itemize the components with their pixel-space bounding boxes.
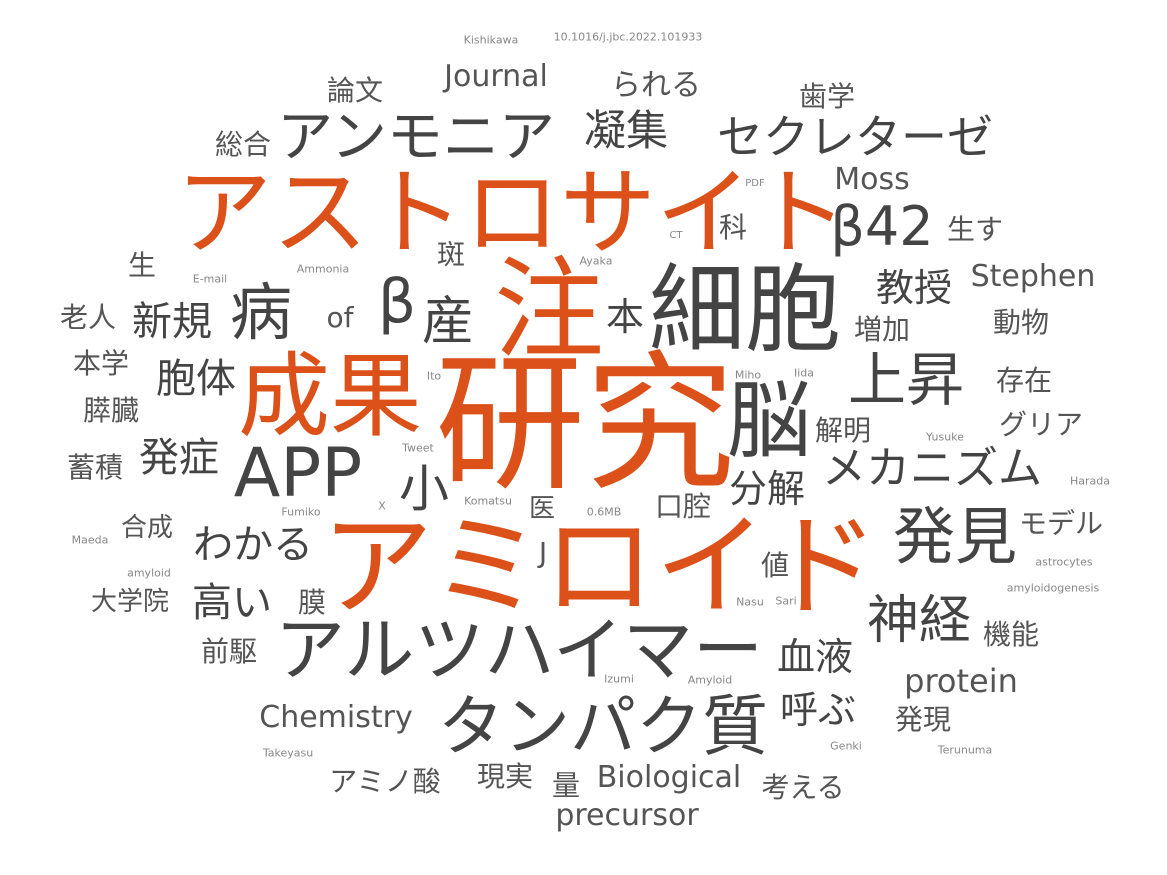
word-no: 脳 bbox=[726, 372, 812, 470]
word-amyloid-en: amyloid bbox=[127, 566, 171, 580]
word-biological: Biological bbox=[596, 760, 742, 795]
word-sho: 小 bbox=[399, 460, 449, 518]
word-kangaeru: 考える bbox=[761, 771, 845, 804]
word-koku: 口腔 bbox=[654, 490, 712, 523]
word-sei: 生 bbox=[127, 249, 157, 282]
word-protein: protein bbox=[904, 662, 1018, 700]
word-shinki: 新規 bbox=[132, 299, 212, 345]
word-email: E-mail bbox=[192, 272, 228, 286]
word-size: 0.6MB bbox=[586, 505, 622, 519]
word-zoka: 増加 bbox=[853, 313, 911, 346]
word-kaimei: 解明 bbox=[814, 414, 872, 447]
word-komatsu: Komatsu bbox=[464, 494, 512, 508]
word-dobutsu: 動物 bbox=[992, 306, 1050, 339]
word-beta: β bbox=[377, 267, 417, 337]
word-app: APP bbox=[233, 434, 363, 513]
word-precursor: precursor bbox=[555, 798, 699, 833]
word-chu: 注 bbox=[494, 246, 604, 374]
word-pdf: PDF bbox=[745, 178, 765, 189]
word-doi: 10.1016/j.jbc.2022.101933 bbox=[553, 30, 703, 44]
word-ryo: 量 bbox=[551, 769, 581, 802]
word-yobu: 呼ぶ bbox=[779, 688, 857, 732]
word-gosei: 合成 bbox=[120, 513, 174, 543]
word-josho: 上昇 bbox=[847, 346, 965, 414]
word-kishikawa: Kishikawa bbox=[463, 33, 519, 47]
word-x: X bbox=[378, 499, 386, 513]
word-terunuma: Terunuma bbox=[937, 743, 993, 757]
word-nasu: Nasu bbox=[736, 595, 764, 609]
word-model: モデル bbox=[1018, 507, 1104, 540]
word-zenku: 前駆 bbox=[200, 635, 258, 668]
word-sari: Sari bbox=[775, 594, 797, 608]
word-fumiko: Fumiko bbox=[281, 505, 321, 519]
word-glia: グリア bbox=[998, 408, 1084, 441]
word-wakaru: わかる bbox=[193, 522, 313, 568]
word-tweet: Tweet bbox=[402, 441, 434, 455]
word-hongaku: 本学 bbox=[72, 347, 130, 380]
word-sogo: 総合 bbox=[214, 128, 272, 161]
word-cloud: 研究 アミロイド アストロサイト 注 成果 細胞 脳 アルツハイマー タンパク質… bbox=[0, 0, 1167, 875]
word-iida: Iida bbox=[793, 366, 815, 380]
word-bunkai: 分解 bbox=[728, 467, 806, 511]
word-i: 医 bbox=[528, 494, 556, 524]
word-izumi: Izumi bbox=[604, 672, 634, 686]
word-amyloid-cap: Amyloid bbox=[687, 673, 733, 687]
word-secretase: セクレターゼ bbox=[717, 110, 993, 164]
word-byo: 病 bbox=[229, 276, 293, 349]
word-ketsueki: 血液 bbox=[776, 635, 854, 679]
word-hassho: 発症 bbox=[139, 435, 219, 481]
word-aminosan: アミノ酸 bbox=[329, 765, 441, 798]
word-mechanism: メカニズム bbox=[822, 443, 1042, 494]
word-rareru: られる bbox=[611, 68, 701, 103]
word-chikuseki: 蓄積 bbox=[66, 451, 124, 484]
word-suizo: 膵臓 bbox=[82, 394, 140, 427]
word-seisu: 生す bbox=[946, 213, 1004, 246]
word-rojin: 老人 bbox=[59, 301, 117, 334]
word-yusuke: Yusuke bbox=[926, 430, 964, 444]
word-genki: Genki bbox=[830, 739, 862, 753]
word-seika: 成果 bbox=[237, 343, 423, 450]
word-san: 産 bbox=[421, 292, 475, 352]
word-han: 斑 bbox=[436, 238, 466, 271]
word-shinkei: 神経 bbox=[866, 591, 972, 651]
word-hakken: 発見 bbox=[892, 500, 1018, 573]
word-tanpakushitsu: タンパク質 bbox=[438, 688, 768, 765]
word-hotai: 胞体 bbox=[156, 356, 236, 402]
word-harada: Harada bbox=[1070, 474, 1110, 488]
word-saibo: 細胞 bbox=[649, 254, 841, 366]
word-astrocytes: astrocytes bbox=[1035, 555, 1093, 569]
word-hon: 本 bbox=[605, 295, 645, 339]
word-maku: 膜 bbox=[297, 586, 327, 619]
word-moss: Moss bbox=[834, 162, 910, 197]
word-maeda: Maeda bbox=[71, 533, 109, 547]
word-stephen: Stephen bbox=[970, 259, 1096, 294]
word-journal: Journal bbox=[444, 59, 548, 94]
word-kino: 機能 bbox=[982, 618, 1040, 651]
word-of: of bbox=[326, 301, 354, 334]
word-ka: 科 bbox=[718, 211, 748, 244]
word-ct: CT bbox=[669, 230, 683, 241]
word-chemistry: Chemistry bbox=[259, 700, 413, 735]
word-miho: Miho bbox=[734, 368, 762, 382]
word-j: J bbox=[538, 536, 548, 569]
word-ayaka: Ayaka bbox=[579, 254, 613, 268]
word-genjitsu: 現実 bbox=[476, 760, 534, 793]
word-kyoju: 教授 bbox=[875, 266, 953, 310]
word-ammonia-en: Ammonia bbox=[296, 262, 350, 276]
word-takeyasu: Takeyasu bbox=[262, 746, 314, 760]
word-takai: 高い bbox=[192, 580, 272, 626]
word-ammonia-jp: アンモニア bbox=[277, 105, 555, 170]
word-daigakuin: 大学院 bbox=[90, 587, 170, 617]
word-ito: Ito bbox=[426, 369, 442, 383]
word-gyoshu: 凝集 bbox=[583, 106, 669, 155]
word-amyloidogenesis: amyloidogenesis bbox=[1006, 581, 1100, 595]
word-beta42: β42 bbox=[830, 195, 934, 258]
word-atai: 値 bbox=[760, 549, 790, 582]
word-hatsugen: 発現 bbox=[894, 703, 952, 736]
word-sonzai: 存在 bbox=[995, 364, 1053, 397]
word-ronbun: 論文 bbox=[326, 74, 384, 107]
word-shigaku: 歯学 bbox=[798, 80, 856, 113]
